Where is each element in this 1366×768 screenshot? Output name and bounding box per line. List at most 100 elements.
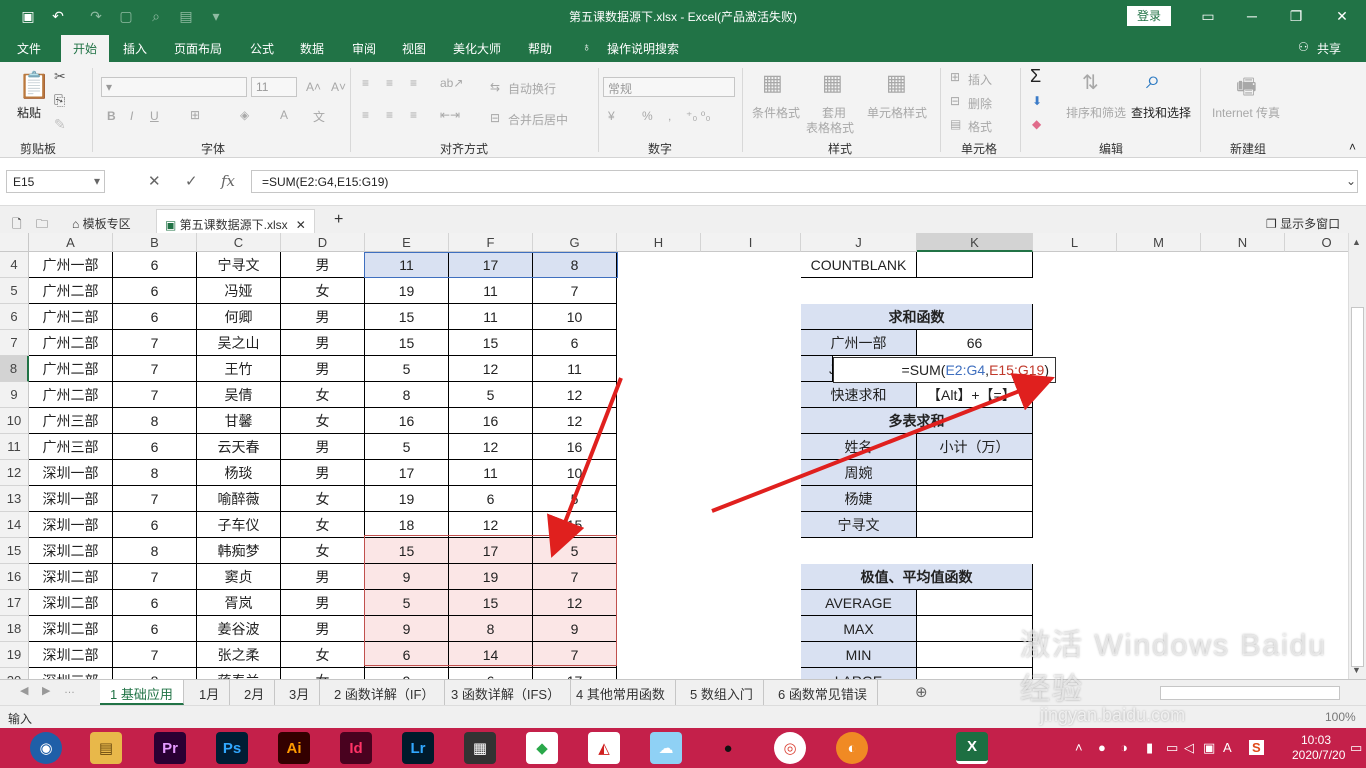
tab-home[interactable]: 开始 bbox=[61, 35, 110, 62]
table-cell[interactable]: 11 bbox=[365, 252, 449, 278]
average-value-cell[interactable] bbox=[917, 590, 1033, 616]
table-cell[interactable]: 6 bbox=[113, 278, 197, 304]
enter-icon[interactable]: ✓ bbox=[185, 172, 198, 190]
network-icon[interactable]: ▭ bbox=[1166, 740, 1178, 756]
table-cell[interactable]: 6 bbox=[113, 512, 197, 538]
table-cell[interactable]: 12 bbox=[449, 434, 533, 460]
subtotal-cell[interactable] bbox=[917, 460, 1033, 486]
column-header[interactable]: M bbox=[1117, 233, 1201, 252]
min-value-cell[interactable] bbox=[917, 642, 1033, 668]
table-cell[interactable]: 17 bbox=[449, 252, 533, 278]
insert-icon[interactable]: ⊞ bbox=[950, 70, 960, 84]
bottom-align-icon[interactable]: ≡ bbox=[410, 76, 417, 90]
table-cell[interactable]: 6 bbox=[365, 642, 449, 668]
table-cell[interactable]: 15 bbox=[365, 304, 449, 330]
column-header[interactable]: D bbox=[281, 233, 365, 252]
chevron-down-icon[interactable]: ▾ bbox=[94, 174, 100, 188]
font-color-icon[interactable]: A bbox=[280, 108, 288, 122]
row-header[interactable]: 19 bbox=[0, 642, 29, 668]
orientation-icon[interactable]: ab↗ bbox=[440, 76, 463, 90]
cell-style-icon[interactable]: ▦ bbox=[886, 70, 907, 96]
subtotal-cell[interactable] bbox=[917, 512, 1033, 538]
name-box[interactable]: E15 ▾ bbox=[6, 170, 105, 193]
table-cell[interactable]: 男 bbox=[281, 590, 365, 616]
table-cell[interactable]: 女 bbox=[281, 642, 365, 668]
paste-button[interactable]: 粘贴 bbox=[17, 104, 41, 121]
table-cell[interactable]: 5 bbox=[533, 486, 617, 512]
header-name[interactable]: 姓名 bbox=[801, 434, 917, 460]
table-cell[interactable]: 17 bbox=[449, 538, 533, 564]
subtotal-cell[interactable] bbox=[917, 486, 1033, 512]
select-all-corner[interactable] bbox=[0, 233, 29, 252]
table-cell[interactable]: 蒋春兰 bbox=[197, 668, 281, 679]
currency-icon[interactable]: ¥ bbox=[608, 109, 615, 123]
table-cell[interactable]: 18 bbox=[365, 512, 449, 538]
table-cell[interactable]: 12 bbox=[533, 382, 617, 408]
align-left-icon[interactable]: ≡ bbox=[362, 108, 369, 122]
table-cell[interactable]: 女 bbox=[281, 486, 365, 512]
row-header[interactable]: 16 bbox=[0, 564, 29, 590]
table-cell[interactable]: 16 bbox=[365, 408, 449, 434]
sheet-tab-errors[interactable]: 6 函数常见错误 bbox=[768, 680, 878, 705]
table-cell[interactable]: 张之柔 bbox=[197, 642, 281, 668]
table-cell[interactable]: 14 bbox=[449, 642, 533, 668]
cell-style-button[interactable]: 单元格样式 bbox=[867, 104, 927, 121]
table-cell[interactable]: 广州二部 bbox=[29, 304, 113, 330]
table-cell[interactable]: 喻醉薇 bbox=[197, 486, 281, 512]
label-row8[interactable]: J bbox=[801, 356, 833, 382]
tab-page-layout[interactable]: 页面布局 bbox=[174, 40, 222, 57]
row-header[interactable]: 11 bbox=[0, 434, 29, 460]
column-header[interactable]: F bbox=[449, 233, 533, 252]
table-cell[interactable]: 广州二部 bbox=[29, 356, 113, 382]
lightroom-icon[interactable]: Lr bbox=[402, 732, 434, 764]
table-cell[interactable]: 男 bbox=[281, 252, 365, 278]
multi-sheet-sum-title[interactable]: 多表求和 bbox=[801, 408, 1033, 434]
internet-fax-button[interactable]: Internet 传真 bbox=[1212, 104, 1280, 121]
column-header[interactable]: G bbox=[533, 233, 617, 252]
table-cell[interactable]: 8 bbox=[449, 616, 533, 642]
clear-icon[interactable]: ◆ bbox=[1032, 117, 1041, 131]
table-cell[interactable]: 6 bbox=[449, 668, 533, 679]
table-cell[interactable]: 女 bbox=[281, 382, 365, 408]
table-cell[interactable]: 6 bbox=[449, 486, 533, 512]
table-cell[interactable]: 深圳二部 bbox=[29, 590, 113, 616]
table-cell[interactable]: 广州二部 bbox=[29, 278, 113, 304]
format-painter-icon[interactable]: ✎ bbox=[54, 116, 66, 133]
login-button[interactable]: 登录 bbox=[1127, 6, 1171, 26]
tray-app-icon[interactable]: ◑ bbox=[1120, 740, 1128, 755]
volume-icon[interactable]: ◁ bbox=[1184, 740, 1194, 756]
table-cell[interactable]: 7 bbox=[113, 642, 197, 668]
add-tab-icon[interactable]: + bbox=[326, 209, 351, 234]
share-button[interactable]: 共享 bbox=[1317, 40, 1341, 57]
browser-icon[interactable]: ◉ bbox=[30, 732, 62, 764]
table-cell[interactable]: 8 bbox=[365, 382, 449, 408]
cell-edit-box[interactable]: =SUM(E2:G4,E15:G19) bbox=[833, 357, 1056, 383]
font-size-select[interactable]: 11 bbox=[251, 77, 297, 97]
next-sheet-icon[interactable]: ▶ bbox=[42, 684, 50, 697]
table-cell[interactable]: 女 bbox=[281, 278, 365, 304]
row-header[interactable]: 8 bbox=[0, 356, 29, 382]
ribbon-display-icon[interactable]: ▭ bbox=[1196, 5, 1220, 27]
table-cell[interactable]: 5 bbox=[533, 538, 617, 564]
photoshop-icon[interactable]: Ps bbox=[216, 732, 248, 764]
collapse-ribbon-icon[interactable]: ˄ bbox=[1349, 140, 1356, 154]
vertical-scrollbar[interactable]: ▲ ▼ bbox=[1348, 233, 1366, 679]
table-cell[interactable]: 8 bbox=[113, 408, 197, 434]
table-cell[interactable]: 男 bbox=[281, 616, 365, 642]
table-cell[interactable]: 深圳一部 bbox=[29, 486, 113, 512]
conditional-format-icon[interactable]: ▦ bbox=[762, 70, 783, 96]
table-cell[interactable]: 19 bbox=[365, 278, 449, 304]
table-cell[interactable]: 7 bbox=[113, 382, 197, 408]
italic-button[interactable]: I bbox=[130, 109, 133, 123]
display-icon[interactable]: ▣ bbox=[1203, 740, 1215, 756]
delete-icon[interactable]: ⊟ bbox=[950, 94, 960, 108]
insert-cells-button[interactable]: 插入 bbox=[968, 71, 992, 88]
border-icon[interactable]: ⊞ bbox=[190, 108, 200, 122]
column-header[interactable]: J bbox=[801, 233, 917, 252]
table-cell[interactable]: 17 bbox=[533, 668, 617, 679]
table-cell[interactable]: 7 bbox=[533, 564, 617, 590]
table-cell[interactable]: 深圳二部 bbox=[29, 616, 113, 642]
percent-icon[interactable]: % bbox=[642, 109, 653, 123]
indent-icon[interactable]: ⇤⇥ bbox=[440, 108, 460, 122]
table-cell[interactable]: 吴倩 bbox=[197, 382, 281, 408]
